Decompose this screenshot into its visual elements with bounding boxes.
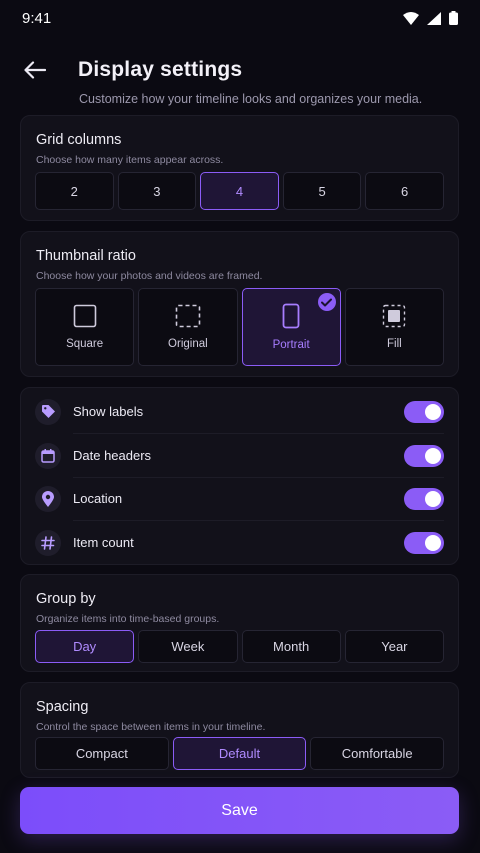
toggle-label-item-count: Item count (73, 535, 134, 550)
grid-columns-option-4[interactable]: 4 (200, 172, 279, 210)
grid-columns-option-3[interactable]: 3 (117, 172, 197, 210)
ratio-option-fill[interactable]: Fill (344, 288, 444, 366)
tag-icon (35, 398, 61, 425)
square-icon (73, 304, 96, 328)
item-count-switch[interactable] (404, 531, 444, 554)
toggle-row-show-labels: Show labels (35, 390, 444, 433)
spacing-option-default[interactable]: Default (172, 737, 307, 770)
header: Display settings (0, 36, 480, 90)
arrow-left-icon (24, 61, 46, 79)
grid-columns-description: Choose how many items appear across. (36, 154, 224, 166)
thumbnail-ratio-card: Thumbnail ratio Choose how your photos a… (20, 231, 459, 377)
toggle-row-location: Location (35, 477, 444, 520)
ratio-label-original: Original (168, 338, 208, 350)
group-by-option-day[interactable]: Day (35, 630, 135, 663)
toggle-row-date-headers: Date headers (35, 434, 444, 477)
spacing-options: Compact Default Comfortable (35, 737, 445, 770)
battery-icon (449, 11, 458, 25)
ratio-option-square[interactable]: Square (35, 288, 135, 366)
page-title: Display settings (78, 58, 243, 81)
thumbnail-ratio-description: Choose how your photos and videos are fr… (36, 270, 263, 282)
group-by-option-year[interactable]: Year (344, 630, 444, 663)
toggle-label-date-headers: Date headers (73, 448, 152, 463)
grid-columns-option-6[interactable]: 6 (365, 172, 444, 210)
ratio-label-portrait: Portrait (272, 339, 310, 351)
calendar-icon (35, 442, 61, 469)
status-bar: 9:41 (0, 0, 480, 36)
thumbnail-ratio-title: Thumbnail ratio (36, 248, 136, 264)
grid-columns-title: Grid columns (36, 132, 122, 148)
hash-icon (35, 529, 61, 556)
grid-columns-option-2[interactable]: 2 (35, 172, 114, 210)
location-pin-icon (35, 485, 61, 512)
back-button[interactable] (20, 55, 50, 85)
spacing-title: Spacing (36, 699, 89, 715)
status-time: 9:41 (22, 9, 52, 27)
group-by-card: Group by Organize items into time-based … (20, 574, 459, 672)
group-by-option-week[interactable]: Week (138, 630, 238, 663)
cellular-icon (427, 11, 441, 25)
ratio-option-portrait[interactable]: Portrait (241, 288, 341, 366)
toggle-label-show-labels: Show labels (73, 404, 144, 419)
ratio-label-fill: Fill (387, 338, 402, 350)
spacing-option-comfortable[interactable]: Comfortable (310, 737, 445, 770)
grid-columns-card: Grid columns Choose how many items appea… (20, 115, 459, 221)
check-circle-icon (317, 293, 336, 311)
ratio-option-original[interactable]: Original (138, 288, 238, 366)
group-by-option-month[interactable]: Month (241, 630, 341, 663)
page-subtitle: Customize how your timeline looks and or… (79, 92, 423, 106)
spacing-option-compact[interactable]: Compact (35, 737, 169, 770)
toggle-row-item-count: Item count (35, 521, 444, 564)
group-by-title: Group by (36, 591, 96, 607)
grid-columns-option-5[interactable]: 5 (282, 172, 362, 210)
portrait-icon (282, 303, 300, 329)
date-headers-switch[interactable] (404, 444, 444, 467)
spacing-card: Spacing Control the space between items … (20, 682, 459, 778)
grid-columns-options: 2 3 4 5 6 (35, 172, 444, 210)
location-switch[interactable] (404, 487, 444, 510)
save-button[interactable]: Save (20, 787, 459, 834)
group-by-options: Day Week Month Year (35, 630, 444, 663)
group-by-description: Organize items into time-based groups. (36, 613, 220, 625)
ratio-label-square: Square (66, 338, 104, 350)
toggle-label-location: Location (73, 491, 123, 506)
status-icons (403, 11, 458, 25)
show-labels-switch[interactable] (404, 400, 444, 423)
display-toggles-card: Show labels Date headers Location Item c… (20, 387, 459, 565)
fill-icon (383, 304, 406, 328)
wifi-icon (403, 11, 419, 25)
dashed-square-icon (175, 304, 201, 328)
spacing-description: Control the space between items in your … (36, 721, 266, 733)
thumbnail-ratio-options: Square Original Portrait Fill (35, 288, 444, 366)
